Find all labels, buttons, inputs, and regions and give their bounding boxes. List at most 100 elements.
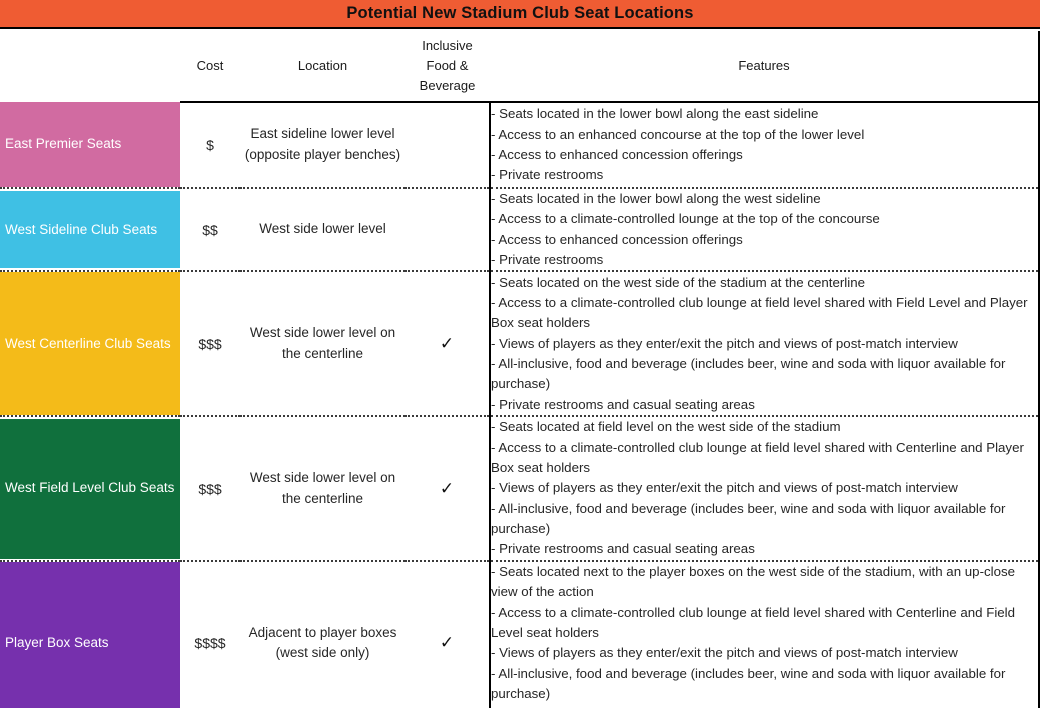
- table-row: East Premier Seats $ East sideline lower l…: [0, 102, 1038, 188]
- seat-category-cell: West Centerline Club Seats: [0, 270, 180, 417]
- feature-item: - Access to enhanced concession offering…: [491, 147, 743, 162]
- inclusive-food-beverage-cell: ✓: [405, 270, 490, 417]
- check-icon: ✓: [439, 478, 455, 498]
- feature-item: - Seats located on the west side of the …: [491, 274, 866, 290]
- cost-cell: $$$: [180, 270, 240, 417]
- feature-item: - Access to a climate-controlled club lo…: [491, 439, 1024, 476]
- location-cell: Adjacent to player boxes (west side only…: [240, 559, 405, 708]
- cost-cell: $$$: [180, 415, 240, 561]
- check-icon: ✓: [439, 633, 455, 653]
- table-row: West Field Level Club Seats $$$ West side …: [0, 415, 1038, 561]
- seat-category-cell: East Premier Seats: [0, 102, 180, 188]
- feature-item: - All-inclusive, food and beverage (incl…: [491, 665, 1006, 701]
- seat-category-cell: West Sideline Club Seats: [0, 186, 180, 272]
- feature-item: - Access to a climate-controlled lounge …: [491, 211, 880, 227]
- header-label-features: Features: [738, 57, 790, 73]
- feature-item: - Views of players as they enter/exit th…: [491, 480, 958, 496]
- seat-category-color-swatch: West Sideline Club Seats: [0, 191, 180, 269]
- feature-item: - Private restrooms and casual seating a…: [491, 396, 755, 412]
- header-label-cost: Cost: [196, 57, 224, 73]
- header-label-inclusive-line3: Beverage: [419, 78, 476, 94]
- features-list: - Seats located on the west side of the …: [491, 273, 1038, 415]
- features-cell: - Seats located at field level on the we…: [489, 415, 1038, 561]
- location-cell: West side lower level on the centerline: [240, 415, 405, 561]
- features-list: - Seats located in the lower bowl along …: [491, 189, 1038, 270]
- inclusive-food-beverage-cell: ✓: [405, 559, 490, 708]
- seat-category-color-swatch: West Field Level Club Seats: [0, 418, 180, 559]
- header-cell-cost: Cost: [180, 31, 240, 103]
- features-list: - Seats located next to the player boxes…: [491, 562, 1038, 708]
- header-cell-location: Location: [240, 31, 405, 103]
- feature-item: - Seats located at field level on the we…: [491, 419, 841, 435]
- features-cell: - Seats located on the west side of the …: [489, 270, 1038, 417]
- location-value: West side lower level on the centerline: [249, 470, 396, 506]
- features-list: - Seats located at field level on the we…: [491, 417, 1038, 559]
- seat-locations-table-wrapper: Cost Location Inclusive Food & Beverage …: [0, 31, 1040, 708]
- feature-item: - Views of players as they enter/exit th…: [491, 335, 958, 351]
- feature-item: - Views of players as they enter/exit th…: [491, 645, 958, 661]
- table-row: Player Box Seats $$$$ Adjacent to player b…: [0, 559, 1038, 708]
- page-title: Potential New Stadium Club Seat Location…: [346, 4, 694, 22]
- feature-item: - All-inclusive, food and beverage (incl…: [491, 500, 1006, 537]
- header-cell-name: [0, 31, 180, 102]
- location-value: West side lower level: [259, 221, 386, 237]
- cost-value: $$$: [198, 335, 222, 352]
- header-cell-inclusive-food-beverage: Inclusive Food & Beverage: [405, 31, 490, 103]
- feature-item: - Access to a climate-controlled club lo…: [491, 604, 1016, 640]
- seat-category-label: West Field Level Club Seats: [5, 480, 175, 496]
- location-cell: West side lower level: [240, 186, 405, 272]
- feature-item: - Private restrooms and casual seating a…: [491, 541, 755, 557]
- feature-item: - Seats located next to the player boxes…: [491, 563, 1016, 600]
- feature-item: - Seats located in the lower bowl along …: [491, 191, 821, 206]
- table-body: East Premier Seats $ East sideline lower l…: [0, 102, 1038, 708]
- stadium-club-seat-table-page: Potential New Stadium Club Seat Location…: [0, 0, 1040, 708]
- feature-item: - Private restrooms: [491, 252, 604, 268]
- feature-item: - Access to a climate-controlled club lo…: [491, 295, 1028, 331]
- feature-item: - Private restrooms and casual seating a…: [491, 704, 1038, 708]
- seat-category-label: East Premier Seats: [5, 136, 122, 152]
- cost-cell: $$$$: [180, 559, 240, 708]
- check-icon: ✓: [439, 333, 455, 353]
- inclusive-food-beverage-cell: [405, 186, 490, 272]
- seat-category-color-swatch: West Centerline Club Seats: [0, 272, 180, 416]
- feature-item: - Access to enhanced concession offering…: [491, 231, 743, 247]
- seat-category-cell: Player Box Seats: [0, 559, 180, 708]
- features-cell: - Seats located next to the player boxes…: [489, 559, 1038, 708]
- cost-value: $$: [202, 221, 218, 238]
- feature-item: - Seats located in the lower bowl along …: [491, 106, 819, 122]
- location-cell: West side lower level on the centerline: [240, 270, 405, 417]
- features-cell: - Seats located in the lower bowl along …: [489, 186, 1038, 272]
- location-value: East sideline lower level (opposite play…: [244, 126, 401, 162]
- seat-category-label: Player Box Seats: [5, 635, 109, 651]
- header-label-location: Location: [297, 57, 348, 73]
- table-header-row: Cost Location Inclusive Food & Beverage …: [0, 31, 1038, 103]
- header-label-inclusive-line1: Inclusive: [422, 37, 473, 53]
- feature-item: - All-inclusive, food and beverage (incl…: [491, 356, 1006, 392]
- seat-category-color-swatch: East Premier Seats: [0, 102, 180, 187]
- header-label-inclusive-line2: Food &: [426, 57, 469, 73]
- seat-category-color-swatch: Player Box Seats: [0, 561, 180, 708]
- table-row: West Centerline Club Seats $$$ West side l…: [0, 270, 1038, 417]
- features-cell: - Seats located in the lower bowl along …: [489, 102, 1038, 188]
- cost-value: $$$$: [194, 635, 226, 652]
- location-value: West side lower level on the centerline: [249, 325, 396, 361]
- header-cell-features: Features: [490, 31, 1038, 103]
- cost-value: $$$: [198, 480, 222, 497]
- table-header: Cost Location Inclusive Food & Beverage …: [0, 31, 1038, 103]
- features-list: - Seats located in the lower bowl along …: [491, 104, 1038, 185]
- seat-locations-table: Cost Location Inclusive Food & Beverage …: [0, 31, 1038, 708]
- inclusive-food-beverage-cell: ✓: [405, 415, 490, 561]
- cost-value: $: [206, 137, 214, 153]
- location-cell: East sideline lower level (opposite play…: [240, 102, 405, 188]
- feature-item: - Private restrooms: [491, 167, 604, 183]
- cost-cell: $$: [180, 186, 240, 272]
- title-banner: Potential New Stadium Club Seat Location…: [0, 0, 1040, 29]
- seat-category-label: West Sideline Club Seats: [5, 221, 158, 237]
- table-row: West Sideline Club Seats $$ West side lowe…: [0, 186, 1038, 272]
- feature-item: - Access to an enhanced concourse at the…: [491, 126, 865, 142]
- location-value: Adjacent to player boxes (west side only…: [248, 624, 397, 661]
- inclusive-food-beverage-cell: [405, 102, 490, 188]
- seat-category-label: West Centerline Club Seats: [5, 335, 171, 351]
- seat-category-cell: West Field Level Club Seats: [0, 415, 180, 561]
- cost-cell: $: [180, 102, 240, 188]
